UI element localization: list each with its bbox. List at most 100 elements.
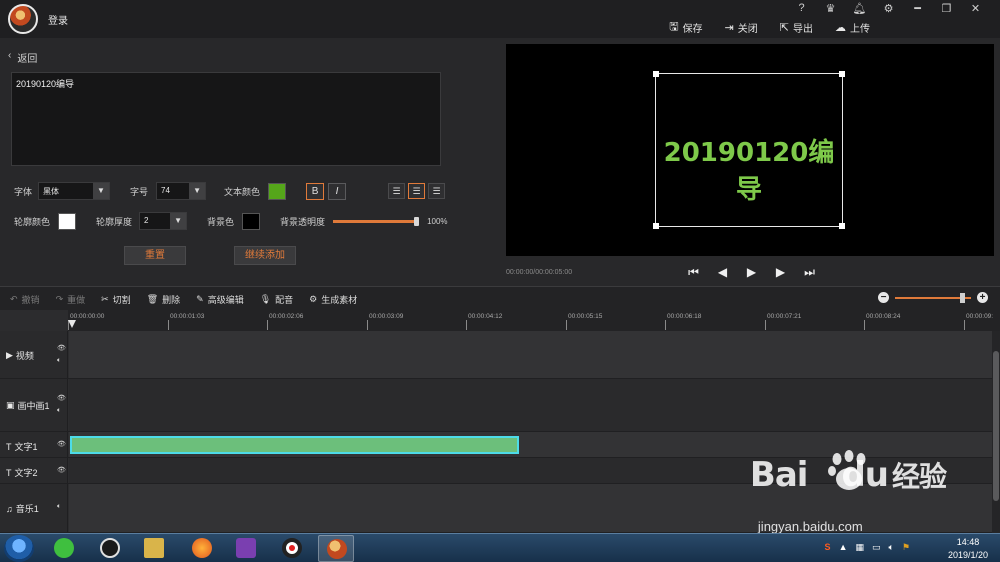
export-button[interactable]: ⇱ 导出 — [780, 18, 813, 37]
font-select[interactable]: 黑体 ▼ — [38, 182, 111, 200]
taskbar-app-recorder[interactable] — [274, 535, 310, 562]
add-more-button[interactable]: 继续添加 — [234, 246, 296, 265]
track-name: ♫ 音乐1 — [6, 503, 39, 515]
ruler-tick: 00:00:06:18 — [667, 313, 702, 320]
eye-icon[interactable]: 👁︎ — [57, 393, 66, 405]
speaker-icon[interactable]: 🔈︎ — [57, 405, 66, 417]
bg-opacity-slider[interactable] — [333, 216, 420, 226]
resize-handle[interactable] — [653, 71, 659, 77]
step-forward-icon[interactable]: ▶︎ — [773, 265, 788, 280]
text-color-label: 文本颜色 — [224, 186, 261, 197]
network-icon[interactable]: ▦ — [855, 542, 864, 553]
text-bounding-box[interactable]: 20190120编导 — [653, 71, 845, 229]
zoom-slider[interactable] — [895, 292, 971, 303]
slider-handle[interactable] — [414, 216, 420, 226]
text-icon: T — [6, 467, 12, 478]
scrollbar-thumb[interactable] — [993, 351, 999, 501]
start-button[interactable] — [4, 535, 34, 562]
skip-start-icon[interactable]: ⏮ — [686, 265, 701, 280]
volume-icon[interactable]: 🔈︎ — [889, 542, 894, 553]
text-clip[interactable] — [70, 436, 519, 454]
redo-button[interactable]: ↷ 重做 — [56, 293, 86, 306]
align-center-button[interactable]: ☰ — [408, 183, 426, 199]
align-right-button[interactable]: ☰ — [428, 183, 446, 199]
time-ruler[interactable]: 00:00:00:00 00:00:01:03 00:00:02:06 00:0… — [68, 310, 1000, 331]
minimize-button[interactable]: ━ — [903, 2, 932, 15]
edit-toolbar: ↶ 撤销 ↷ 重做 ✂ 切割 🗑︎ 删除 ✎ 高级编辑 🎙︎ 配音 ⚙ 生成素材 − + — [0, 286, 1000, 310]
bg-opacity-label: 背景透明度 — [280, 216, 326, 227]
timeline: 00:00:00:00 00:00:01:03 00:00:02:06 00:0… — [0, 310, 1000, 533]
preview-screen[interactable]: 20190120编导 — [506, 44, 994, 256]
playhead[interactable] — [68, 320, 76, 328]
eye-icon[interactable]: 👁︎ — [57, 465, 66, 477]
video-icon: ▶ — [6, 350, 13, 360]
back-button[interactable]: ‹ 返回 — [8, 50, 37, 65]
sogou-icon[interactable]: S — [825, 542, 831, 553]
step-back-icon[interactable]: ◀︎ — [715, 265, 730, 280]
outline-row: 轮廓颜色 轮廓厚度 2 ▼ 背景色 背景透明度 100% — [14, 212, 448, 230]
resize-handle[interactable] — [839, 223, 845, 229]
ruler-tick: 00:00:09: — [966, 313, 994, 320]
track-lane[interactable] — [69, 331, 992, 378]
gear-icon[interactable]: ⚙ — [874, 2, 903, 15]
taskbar-app-explorer[interactable] — [136, 535, 172, 562]
taskbar-app-firefox[interactable] — [184, 535, 220, 562]
bold-button[interactable]: B — [306, 182, 325, 200]
outline-color-swatch[interactable] — [58, 212, 77, 230]
title-bar: 登录 ? ♛ 🔔︎ ⚙ ━ ❐ ✕ 🖫︎ 保存 ⇥ 关闭 ⇱ 导出 ☁ 上传 — [0, 0, 1000, 38]
action-center-icon[interactable]: ⚑ — [902, 542, 910, 553]
resize-handle[interactable] — [839, 71, 845, 77]
close-button[interactable]: ✕ — [961, 2, 990, 15]
app-logo — [8, 4, 38, 34]
cut-button[interactable]: ✂ 切割 — [101, 293, 131, 306]
text-editor-panel: ‹ 返回 20190120编导 字体 黑体 ▼ 字号 74 ▼ 文本颜色 B I ☰ … — [0, 38, 500, 286]
resize-handle[interactable] — [653, 223, 659, 229]
dub-button[interactable]: 🎙︎ 配音 — [260, 293, 293, 306]
chevron-up-icon[interactable]: ▲ — [839, 542, 848, 553]
system-tray: S ▲ ▦ ▭ 🔈︎ ⚑ — [825, 542, 910, 553]
generate-material-button[interactable]: ⚙ 生成素材 — [309, 293, 357, 306]
save-button[interactable]: 🖫︎ 保存 — [669, 18, 702, 37]
taskbar-app-360[interactable] — [46, 535, 82, 562]
timeline-scrollbar[interactable] — [992, 331, 1000, 533]
speaker-icon[interactable]: 🔈︎ — [57, 501, 61, 513]
zoom-out-button[interactable]: − — [878, 292, 889, 303]
restore-button[interactable]: ❐ — [932, 2, 961, 15]
upload-button[interactable]: ☁ 上传 — [835, 18, 870, 37]
ruler-line — [466, 320, 467, 330]
monitor-icon[interactable]: ▭ — [872, 542, 881, 553]
ruler-line — [864, 320, 865, 330]
play-icon[interactable]: ▶︎ — [744, 265, 759, 280]
reset-button[interactable]: 重置 — [124, 246, 186, 265]
speaker-icon[interactable]: 🔈︎ — [57, 355, 66, 367]
help-icon[interactable]: ? — [787, 2, 816, 15]
undo-button[interactable]: ↶ 撤销 — [10, 293, 40, 306]
slider-handle[interactable] — [960, 292, 965, 303]
close-project-button[interactable]: ⇥ 关闭 — [725, 18, 758, 37]
ruler-tick: 00:00:07:21 — [767, 313, 802, 320]
login-link[interactable]: 登录 — [48, 12, 68, 27]
track-lane[interactable] — [69, 379, 992, 431]
size-select[interactable]: 74 ▼ — [156, 182, 207, 200]
skip-end-icon[interactable]: ⏭ — [802, 265, 817, 280]
vip-icon[interactable]: ♛ — [816, 2, 845, 15]
outline-width-select[interactable]: 2 ▼ — [139, 212, 188, 230]
italic-button[interactable]: I — [328, 182, 347, 200]
text-color-swatch[interactable] — [268, 182, 287, 200]
text-input[interactable]: 20190120编导 — [11, 72, 441, 166]
bell-icon[interactable]: 🔔︎ — [845, 2, 874, 15]
taskbar-app-qq[interactable] — [92, 535, 128, 562]
track-toggles: 👁︎ 🔈︎ — [57, 343, 66, 367]
bg-color-swatch[interactable] — [242, 212, 261, 230]
track-pip: ▣ 画中画1 👁︎ 🔈︎ — [0, 379, 992, 432]
delete-button[interactable]: 🗑︎ 删除 — [147, 293, 180, 306]
ruler-tick: 00:00:03:09 — [369, 313, 404, 320]
zoom-in-button[interactable]: + — [977, 292, 988, 303]
taskbar-clock[interactable]: 14:48 2019/1/20 — [948, 536, 988, 562]
eye-icon[interactable]: 👁︎ — [57, 439, 66, 451]
taskbar-app-media[interactable] — [228, 535, 264, 562]
align-left-button[interactable]: ☰ — [388, 183, 406, 199]
taskbar-app-editor[interactable] — [318, 535, 354, 562]
eye-icon[interactable]: 👁︎ — [57, 343, 66, 355]
advanced-edit-button[interactable]: ✎ 高级编辑 — [196, 293, 244, 306]
